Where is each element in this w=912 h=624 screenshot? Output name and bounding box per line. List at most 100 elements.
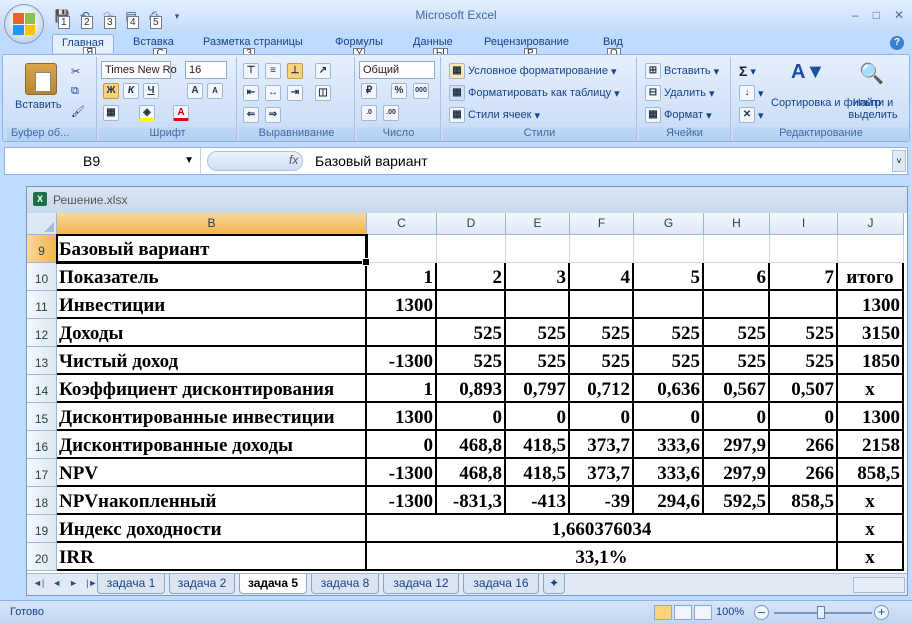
row-header-9[interactable]: 9 <box>27 235 57 263</box>
cell-b19[interactable]: Индекс доходности <box>57 515 367 543</box>
expand-formula-bar-icon[interactable]: ˅ <box>892 150 906 172</box>
cell-d11[interactable] <box>437 291 506 319</box>
row-header-11[interactable]: 11 <box>27 291 57 319</box>
row-header-20[interactable]: 20 <box>27 543 57 571</box>
cell-j9[interactable] <box>838 235 904 263</box>
cell-j13[interactable]: 1850 <box>838 347 904 375</box>
conditional-formatting-button[interactable]: ▦ Условное форматирование ▾ <box>449 63 616 79</box>
sheet-tab[interactable]: задача 8 <box>311 574 379 594</box>
cell-d15[interactable]: 0 <box>437 403 506 431</box>
italic-button[interactable]: К <box>123 83 139 99</box>
underline-button[interactable]: Ч <box>143 83 159 99</box>
cell-j12[interactable]: 3150 <box>838 319 904 347</box>
cell-f11[interactable] <box>570 291 634 319</box>
autosum-icon[interactable]: Σ ▾ <box>739 63 756 79</box>
cell-c9[interactable] <box>367 235 437 263</box>
column-header-i[interactable]: I <box>770 213 838 235</box>
row-header-10[interactable]: 10 <box>27 263 57 291</box>
paste-icon[interactable] <box>25 63 57 95</box>
paste-button[interactable]: Вставить <box>15 99 62 111</box>
font-name-select[interactable]: Times New Ro <box>101 61 177 79</box>
last-sheet-icon[interactable]: |► <box>86 578 97 588</box>
row-header-18[interactable]: 18 <box>27 487 57 515</box>
cell-e11[interactable] <box>506 291 570 319</box>
minimize-icon[interactable]: – <box>852 8 859 22</box>
help-icon[interactable]: ? <box>890 36 904 50</box>
align-top-icon[interactable]: ⊤ <box>243 63 259 79</box>
cell-i17[interactable]: 266 <box>770 459 838 487</box>
cell-f18[interactable]: -39 <box>570 487 634 515</box>
page-layout-view-icon[interactable] <box>674 605 692 620</box>
cell-g10[interactable]: 5 <box>634 263 704 291</box>
cell-i14[interactable]: 0,507 <box>770 375 838 403</box>
cell-g11[interactable] <box>634 291 704 319</box>
percent-icon[interactable]: % <box>391 83 407 99</box>
row-header-13[interactable]: 13 <box>27 347 57 375</box>
name-box[interactable]: B9 ▼ <box>5 148 201 174</box>
row-header-15[interactable]: 15 <box>27 403 57 431</box>
cell-e17[interactable]: 418,5 <box>506 459 570 487</box>
cell-c10[interactable]: 1 <box>367 263 437 291</box>
cell-b11[interactable]: Инвестиции <box>57 291 367 319</box>
cut-icon[interactable]: ✂ <box>71 65 80 78</box>
cell-j11[interactable]: 1300 <box>838 291 904 319</box>
column-header-h[interactable]: H <box>704 213 770 235</box>
tab-formulas[interactable]: ФормулыУ <box>335 36 383 60</box>
borders-icon[interactable]: ▦ <box>103 105 119 121</box>
sort-filter-icon[interactable]: A▼ <box>791 61 825 84</box>
cell-d14[interactable]: 0,893 <box>437 375 506 403</box>
cell-e18[interactable]: -413 <box>506 487 570 515</box>
cell-g13[interactable]: 525 <box>634 347 704 375</box>
sheet-tab[interactable]: задача 12 <box>383 574 459 594</box>
shrink-font-icon[interactable]: A <box>207 83 223 99</box>
close-icon[interactable]: ✕ <box>894 8 904 22</box>
cell-i12[interactable]: 525 <box>770 319 838 347</box>
align-left-icon[interactable]: ⇤ <box>243 85 259 101</box>
cell-d12[interactable]: 525 <box>437 319 506 347</box>
tab-insert[interactable]: ВставкаС <box>133 36 174 60</box>
fill-color-icon[interactable]: ◈ <box>139 105 155 121</box>
row-header-17[interactable]: 17 <box>27 459 57 487</box>
cell-i9[interactable] <box>770 235 838 263</box>
cell-j14[interactable]: х <box>838 375 904 403</box>
cell-f17[interactable]: 373,7 <box>570 459 634 487</box>
merge-center-icon[interactable]: ◫ <box>315 85 331 101</box>
row-header-16[interactable]: 16 <box>27 431 57 459</box>
cell-styles-button[interactable]: ▦ Стили ячеек ▾ <box>449 107 540 123</box>
column-header-e[interactable]: E <box>506 213 570 235</box>
number-format-select[interactable]: Общий <box>359 61 435 79</box>
cell-f9[interactable] <box>570 235 634 263</box>
cell-b9[interactable]: Базовый вариант <box>57 235 367 263</box>
sheet-tab[interactable]: задача 16 <box>463 574 539 594</box>
clear-icon[interactable]: ✕ ▾ <box>739 107 764 123</box>
cell-h13[interactable]: 525 <box>704 347 770 375</box>
grow-font-icon[interactable]: A <box>187 83 203 99</box>
insert-function-icon[interactable]: fx <box>289 153 298 167</box>
cell-e9[interactable] <box>506 235 570 263</box>
decrease-decimal-icon[interactable]: .00 <box>383 105 399 121</box>
zoom-slider-thumb[interactable] <box>817 606 825 619</box>
cell-b18[interactable]: NPVнакопленный <box>57 487 367 515</box>
cell-c18[interactable]: -1300 <box>367 487 437 515</box>
restore-icon[interactable]: □ <box>873 8 880 22</box>
currency-icon[interactable]: ₽ <box>361 83 377 99</box>
cell-j17[interactable]: 858,5 <box>838 459 904 487</box>
align-middle-icon[interactable]: ≡ <box>265 63 281 79</box>
cell-i15[interactable]: 0 <box>770 403 838 431</box>
cell-e15[interactable]: 0 <box>506 403 570 431</box>
format-painter-icon[interactable]: 🖌 <box>71 105 85 118</box>
cell-f14[interactable]: 0,712 <box>570 375 634 403</box>
cell-g12[interactable]: 525 <box>634 319 704 347</box>
horizontal-scrollbar[interactable] <box>853 577 905 593</box>
column-header-g[interactable]: G <box>634 213 704 235</box>
cell-g16[interactable]: 333,6 <box>634 431 704 459</box>
formula-input[interactable]: Базовый вариант <box>315 148 428 174</box>
cell-c16[interactable]: 0 <box>367 431 437 459</box>
cell-g9[interactable] <box>634 235 704 263</box>
select-all-button[interactable] <box>27 213 57 235</box>
font-size-select[interactable]: 16 <box>185 61 227 79</box>
name-box-dropdown-icon[interactable]: ▼ <box>184 148 194 174</box>
cell-b10[interactable]: Показатель <box>57 263 367 291</box>
cell-h11[interactable] <box>704 291 770 319</box>
cell-g17[interactable]: 333,6 <box>634 459 704 487</box>
